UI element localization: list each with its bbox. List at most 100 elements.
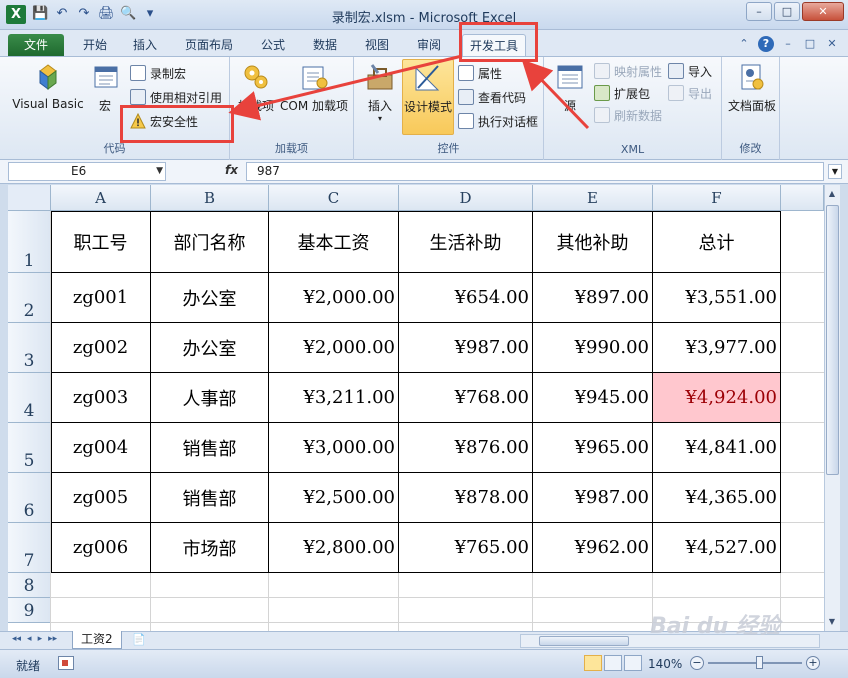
table-cell[interactable]: ¥945.00 (533, 373, 653, 423)
table-cell[interactable]: ¥3,211.00 (269, 373, 399, 423)
next-sheet-icon[interactable]: ▸ (38, 634, 43, 644)
name-box[interactable]: E6 ▼ (8, 162, 166, 181)
new-sheet-icon[interactable]: 📄 (132, 633, 152, 648)
header-cell[interactable]: 基本工资 (269, 211, 399, 273)
table-cell[interactable]: 销售部 (151, 473, 269, 523)
table-cell[interactable]: 销售部 (151, 423, 269, 473)
table-cell[interactable]: ¥3,977.00 (653, 323, 781, 373)
row-header-9[interactable]: 9 (8, 598, 51, 623)
page-break-view-icon[interactable] (624, 655, 642, 671)
table-cell[interactable]: ¥987.00 (399, 323, 533, 373)
header-cell[interactable]: 总计 (653, 211, 781, 273)
table-cell[interactable]: ¥3,551.00 (653, 273, 781, 323)
tab-formulas[interactable]: 公式 (256, 34, 290, 56)
table-cell[interactable]: ¥4,924.00 (653, 373, 781, 423)
table-cell[interactable]: 人事部 (151, 373, 269, 423)
vertical-scroll-thumb[interactable] (826, 205, 839, 475)
design-mode-button[interactable]: 设计模式 (402, 59, 454, 135)
row-header-4[interactable]: 4 (8, 373, 51, 423)
header-cell[interactable]: 职工号 (51, 211, 151, 273)
chevron-down-icon[interactable]: ▼ (156, 163, 163, 180)
row-header-2[interactable]: 2 (8, 273, 51, 323)
com-addins-button[interactable]: COM 加载项 (276, 61, 352, 114)
page-layout-view-icon[interactable] (604, 655, 622, 671)
scroll-up-icon[interactable]: ▲ (825, 187, 839, 201)
maximize-button[interactable]: □ (774, 2, 800, 21)
table-cell[interactable]: ¥2,000.00 (269, 273, 399, 323)
zoom-slider[interactable] (708, 662, 802, 664)
properties-button[interactable]: 属性 (458, 63, 502, 83)
xml-import-button[interactable]: 导入 (668, 61, 712, 81)
map-properties-button[interactable]: 映射属性 (594, 61, 662, 81)
expansion-packs-button[interactable]: 扩展包 (594, 83, 650, 103)
collapse-ribbon-icon[interactable]: ⌃ (736, 36, 752, 52)
table-cell[interactable]: ¥965.00 (533, 423, 653, 473)
table-cell[interactable]: ¥4,527.00 (653, 523, 781, 573)
macros-button[interactable]: 宏 (90, 61, 120, 114)
vertical-scrollbar[interactable]: ▲ ▼ (824, 185, 840, 631)
insert-function-icon[interactable]: fx (225, 163, 238, 177)
column-header-f[interactable]: F (653, 185, 781, 211)
column-header-g[interactable] (781, 185, 824, 211)
table-cell[interactable]: zg004 (51, 423, 151, 473)
column-header-b[interactable]: B (151, 185, 269, 211)
workbook-close-icon[interactable]: ✕ (824, 36, 840, 52)
tab-file[interactable]: 文件 (8, 34, 64, 56)
zoom-slider-thumb[interactable] (756, 656, 763, 669)
tab-page-layout[interactable]: 页面布局 (180, 34, 238, 56)
expand-formula-bar-icon[interactable]: ▼ (828, 164, 842, 179)
prev-sheet-icon[interactable]: ◂ (27, 634, 32, 644)
header-cell[interactable]: 其他补助 (533, 211, 653, 273)
minimize-button[interactable]: – (746, 2, 772, 21)
xml-export-button[interactable]: 导出 (668, 83, 712, 103)
row-header-7[interactable]: 7 (8, 523, 51, 573)
record-macro-button[interactable]: 录制宏 (130, 63, 186, 83)
table-cell[interactable]: ¥878.00 (399, 473, 533, 523)
last-sheet-icon[interactable]: ▸▸ (48, 634, 57, 644)
addins-button[interactable]: 加载项 (234, 61, 278, 114)
table-cell[interactable]: 办公室 (151, 323, 269, 373)
table-cell[interactable]: ¥765.00 (399, 523, 533, 573)
table-cell[interactable]: 办公室 (151, 273, 269, 323)
table-cell[interactable]: ¥654.00 (399, 273, 533, 323)
insert-control-button[interactable]: 插入 ▾ (360, 61, 400, 123)
tab-developer[interactable]: 开发工具 (462, 34, 526, 56)
normal-view-icon[interactable] (584, 655, 602, 671)
macro-record-icon[interactable] (58, 656, 74, 670)
table-cell[interactable]: ¥2,800.00 (269, 523, 399, 573)
table-cell[interactable]: ¥3,000.00 (269, 423, 399, 473)
table-cell[interactable]: zg001 (51, 273, 151, 323)
visual-basic-button[interactable]: Visual Basic (12, 61, 84, 111)
zoom-level[interactable]: 140% (648, 657, 682, 671)
column-header-a[interactable]: A (51, 185, 151, 211)
tab-insert[interactable]: 插入 (128, 34, 162, 56)
run-dialog-button[interactable]: 执行对话框 (458, 111, 538, 131)
zoom-in-button[interactable]: + (806, 656, 820, 670)
row-header-5[interactable]: 5 (8, 423, 51, 473)
row-header-3[interactable]: 3 (8, 323, 51, 373)
view-code-button[interactable]: 查看代码 (458, 87, 526, 107)
close-button[interactable]: ✕ (802, 2, 844, 21)
table-cell[interactable]: ¥768.00 (399, 373, 533, 423)
table-cell[interactable]: ¥897.00 (533, 273, 653, 323)
table-cell[interactable]: ¥2,500.00 (269, 473, 399, 523)
row-header-6[interactable]: 6 (8, 473, 51, 523)
refresh-data-button[interactable]: 刷新数据 (594, 105, 662, 125)
tab-data[interactable]: 数据 (308, 34, 342, 56)
table-cell[interactable]: ¥2,000.00 (269, 323, 399, 373)
tab-view[interactable]: 视图 (360, 34, 394, 56)
table-cell[interactable]: ¥990.00 (533, 323, 653, 373)
row-header-1[interactable]: 1 (8, 211, 51, 273)
header-cell[interactable]: 部门名称 (151, 211, 269, 273)
tab-review[interactable]: 审阅 (412, 34, 446, 56)
horizontal-scroll-thumb[interactable] (539, 636, 629, 646)
scroll-down-icon[interactable]: ▼ (825, 615, 839, 629)
relative-reference-button[interactable]: 使用相对引用 (130, 87, 222, 107)
workbook-restore-icon[interactable]: □ (802, 36, 818, 52)
xml-source-button[interactable]: 源 (552, 61, 588, 114)
macro-security-button[interactable]: 宏安全性 (130, 111, 198, 131)
document-panel-button[interactable]: 文档面板 (724, 61, 780, 114)
column-header-e[interactable]: E (533, 185, 653, 211)
table-cell[interactable]: 市场部 (151, 523, 269, 573)
table-cell[interactable]: ¥962.00 (533, 523, 653, 573)
